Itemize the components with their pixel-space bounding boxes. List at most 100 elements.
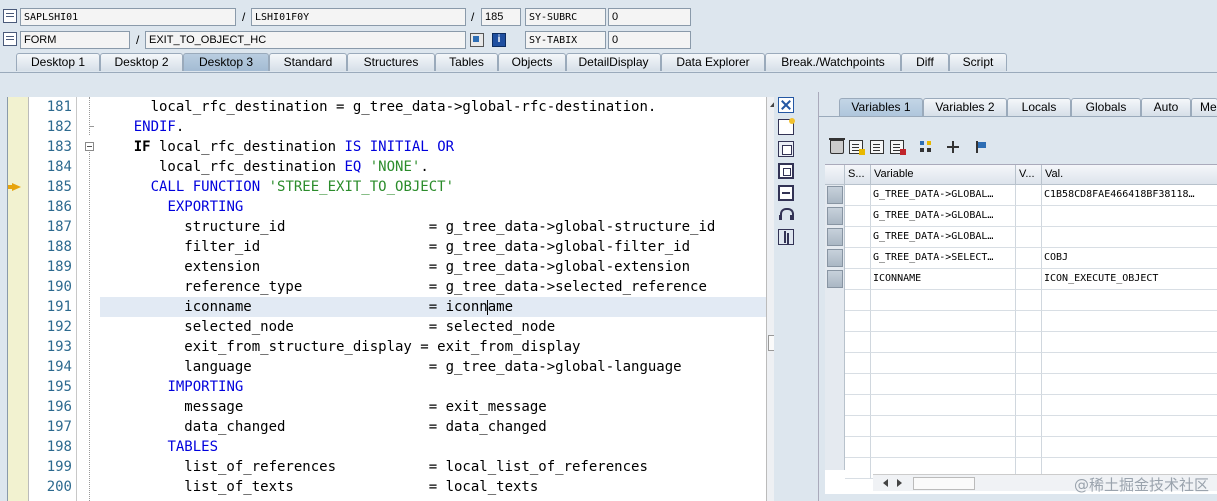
- grid-cell[interactable]: [845, 290, 871, 311]
- flag-icon[interactable]: [974, 140, 988, 154]
- scroll-thumb[interactable]: [913, 477, 975, 490]
- variable-name-cell[interactable]: G_TREE_DATA->GLOBAL…: [871, 206, 1016, 227]
- variable-value-cell[interactable]: [1042, 206, 1217, 227]
- grid-cell[interactable]: [845, 332, 871, 353]
- column-header-value[interactable]: Val.: [1042, 165, 1217, 185]
- grid-cell[interactable]: [1016, 395, 1042, 416]
- maximize-tool-icon[interactable]: [778, 163, 794, 179]
- structure-view-icon[interactable]: [919, 140, 933, 154]
- grid-cell[interactable]: [845, 269, 871, 290]
- variable-value-cell[interactable]: [1042, 353, 1217, 374]
- tab-desktop-3[interactable]: Desktop 3: [183, 53, 269, 71]
- tab-detaildisplay[interactable]: DetailDisplay: [566, 53, 661, 71]
- code-line[interactable]: filter_id = g_tree_data->global-filter_i…: [100, 237, 766, 257]
- grid-cell[interactable]: [1016, 269, 1042, 290]
- line-field[interactable]: 185: [481, 8, 521, 26]
- grid-cell[interactable]: [845, 437, 871, 458]
- scroll-up-icon[interactable]: [770, 101, 774, 107]
- tab-me[interactable]: Me: [1191, 98, 1217, 116]
- tab-structures[interactable]: Structures: [347, 53, 435, 71]
- grid-cell[interactable]: [1016, 353, 1042, 374]
- variable-name-cell[interactable]: [871, 437, 1016, 458]
- grid-cell[interactable]: [1016, 416, 1042, 437]
- code-line[interactable]: selected_node = selected_node: [100, 317, 766, 337]
- grid-cell[interactable]: [845, 311, 871, 332]
- variable-name-cell[interactable]: [871, 395, 1016, 416]
- row-selector-button[interactable]: [827, 207, 843, 225]
- tab-objects[interactable]: Objects: [498, 53, 566, 71]
- code-line[interactable]: local_rfc_destination = g_tree_data->glo…: [100, 97, 766, 117]
- code-line[interactable]: local_rfc_destination EQ 'NONE'.: [100, 157, 766, 177]
- code-line[interactable]: ENDIF.: [100, 117, 766, 137]
- grid-cell[interactable]: [1016, 311, 1042, 332]
- column-header-s[interactable]: S...: [845, 165, 871, 185]
- variable-value-cell[interactable]: [1042, 437, 1217, 458]
- tab-diff[interactable]: Diff: [901, 53, 949, 71]
- grid-cell[interactable]: [845, 395, 871, 416]
- settings-tool-icon[interactable]: [778, 229, 794, 245]
- variable-value-cell[interactable]: [1042, 290, 1217, 311]
- source-code-editor[interactable]: 181 local_rfc_destination = g_tree_data-…: [7, 97, 774, 501]
- tab-locals[interactable]: Locals: [1007, 98, 1071, 116]
- scroll-right-icon[interactable]: [897, 479, 902, 487]
- scroll-left-icon[interactable]: [883, 479, 888, 487]
- variable-value-cell[interactable]: [1042, 374, 1217, 395]
- variable-value-cell[interactable]: COBJ: [1042, 248, 1217, 269]
- code-line[interactable]: exit_from_structure_display = exit_from_…: [100, 337, 766, 357]
- include-field[interactable]: LSHI01F0Y: [251, 8, 466, 26]
- code-line[interactable]: IMPORTING: [100, 377, 766, 397]
- code-line[interactable]: TABLES: [100, 437, 766, 457]
- display-icon[interactable]: [470, 33, 484, 47]
- code-line[interactable]: structure_id = g_tree_data->global-struc…: [100, 217, 766, 237]
- tab-desktop-2[interactable]: Desktop 2: [100, 53, 183, 71]
- variable-value-cell[interactable]: [1042, 332, 1217, 353]
- tab-globals[interactable]: Globals: [1071, 98, 1141, 116]
- variable-value-cell[interactable]: [1042, 311, 1217, 332]
- grid-cell[interactable]: [1016, 332, 1042, 353]
- tab-script[interactable]: Script: [949, 53, 1007, 71]
- insert-variable-icon[interactable]: [849, 140, 865, 155]
- variable-name-cell[interactable]: [871, 332, 1016, 353]
- grid-cell[interactable]: [845, 248, 871, 269]
- navigate-icon[interactable]: [946, 140, 960, 154]
- grid-cell[interactable]: [845, 185, 871, 206]
- breakpoint-gutter[interactable]: [8, 97, 29, 501]
- row-selector-button[interactable]: [827, 270, 843, 288]
- variable-name-cell[interactable]: [871, 353, 1016, 374]
- select-all-header[interactable]: [825, 165, 845, 185]
- close-tool-icon[interactable]: [778, 97, 794, 113]
- grid-cell[interactable]: [1016, 206, 1042, 227]
- grid-cell[interactable]: [845, 374, 871, 395]
- swap-width-icon[interactable]: [778, 185, 794, 201]
- tab-variables-1[interactable]: Variables 1: [839, 98, 923, 116]
- grid-cell[interactable]: [1016, 248, 1042, 269]
- grid-cell[interactable]: [845, 227, 871, 248]
- code-line[interactable]: EXPORTING: [100, 197, 766, 217]
- tab-data-explorer[interactable]: Data Explorer: [661, 53, 765, 71]
- code-line[interactable]: IF local_rfc_destination IS INITIAL OR: [100, 137, 766, 157]
- document-icon[interactable]: [3, 9, 17, 23]
- grid-cell[interactable]: [845, 416, 871, 437]
- row-selector-button[interactable]: [827, 186, 843, 204]
- grid-cell[interactable]: [1016, 290, 1042, 311]
- variable-name-cell[interactable]: [871, 311, 1016, 332]
- code-line[interactable]: language = g_tree_data->global-language: [100, 357, 766, 377]
- change-variable-icon[interactable]: [870, 140, 884, 154]
- editor-vertical-scrollbar[interactable]: [766, 97, 774, 501]
- sysfield1-name[interactable]: SY-SUBRC: [525, 8, 606, 26]
- sysfield2-value[interactable]: 0: [608, 31, 691, 49]
- variable-name-cell[interactable]: G_TREE_DATA->GLOBAL…: [871, 227, 1016, 248]
- grid-cell[interactable]: [1016, 437, 1042, 458]
- row-selector-button[interactable]: [827, 228, 843, 246]
- code-line[interactable]: reference_type = g_tree_data->selected_r…: [100, 277, 766, 297]
- tab-auto[interactable]: Auto: [1141, 98, 1191, 116]
- grid-cell[interactable]: [1016, 227, 1042, 248]
- grid-cell[interactable]: [1016, 185, 1042, 206]
- variable-value-cell[interactable]: [1042, 395, 1217, 416]
- variable-name-cell[interactable]: ICONNAME: [871, 269, 1016, 290]
- sysfield2-name[interactable]: SY-TABIX: [525, 31, 606, 49]
- fold-collapse-icon[interactable]: [85, 142, 94, 151]
- tab-breakpoints-watchpoints[interactable]: Break./Watchpoints: [765, 53, 901, 71]
- code-line[interactable]: data_changed = data_changed: [100, 417, 766, 437]
- new-tool-icon[interactable]: [778, 118, 795, 135]
